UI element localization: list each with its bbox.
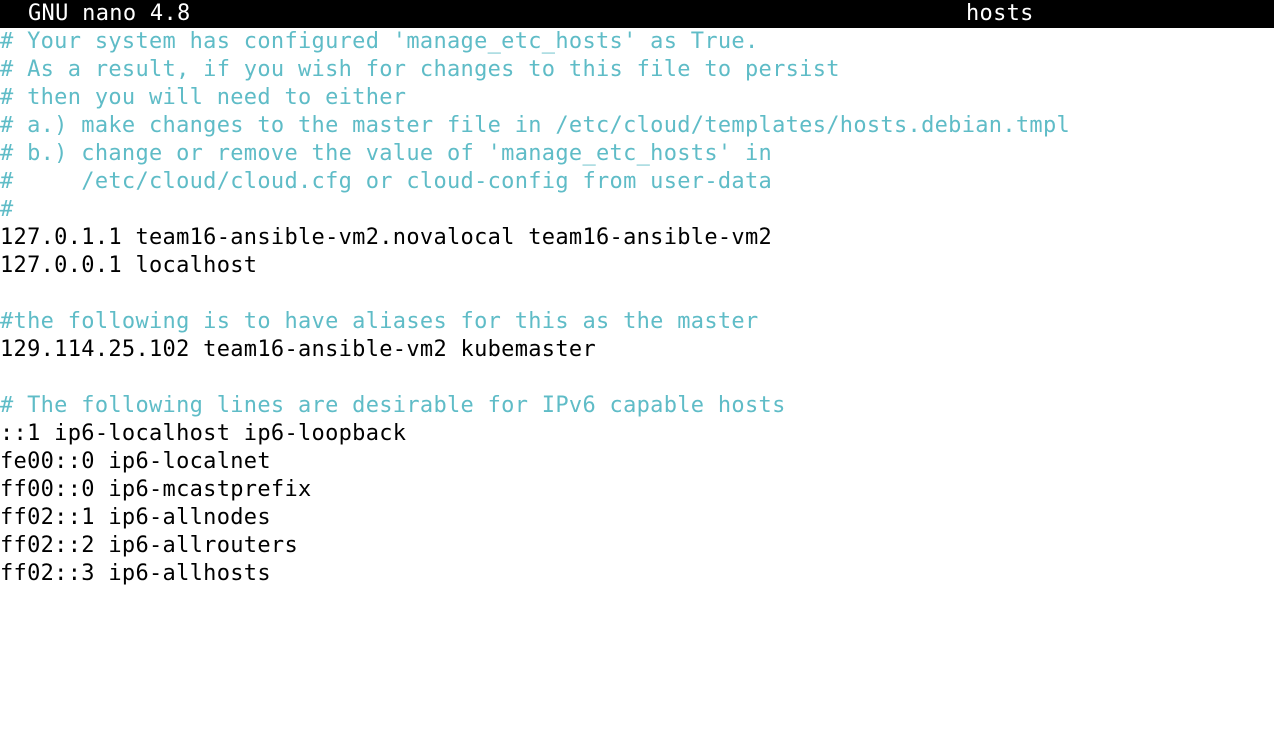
comment-line[interactable]: #the following is to have aliases for th… — [0, 308, 1274, 336]
host-entry-line[interactable]: ff02::1 ip6-allnodes — [0, 504, 1274, 532]
comment-line[interactable]: # b.) change or remove the value of 'man… — [0, 140, 1274, 168]
nano-title-bar: GNU nano 4.8 hosts — [0, 0, 1274, 28]
filename-label: hosts — [966, 1, 1034, 26]
comment-line[interactable]: # /etc/cloud/cloud.cfg or cloud-config f… — [0, 168, 1274, 196]
host-entry-line[interactable]: 129.114.25.102 team16-ansible-vm2 kubema… — [0, 336, 1274, 364]
comment-line[interactable]: # Your system has configured 'manage_etc… — [0, 28, 1274, 56]
host-entry-line[interactable]: ff02::3 ip6-allhosts — [0, 560, 1274, 588]
host-entry-line[interactable]: fe00::0 ip6-localnet — [0, 448, 1274, 476]
app-version-label: GNU nano 4.8 — [28, 1, 191, 26]
host-entry-line[interactable]: ff00::0 ip6-mcastprefix — [0, 476, 1274, 504]
host-entry-line[interactable] — [0, 280, 1274, 308]
comment-line[interactable]: # The following lines are desirable for … — [0, 392, 1274, 420]
comment-line[interactable]: # As a result, if you wish for changes t… — [0, 56, 1274, 84]
comment-line[interactable]: # a.) make changes to the master file in… — [0, 112, 1274, 140]
host-entry-line[interactable]: 127.0.1.1 team16-ansible-vm2.novalocal t… — [0, 224, 1274, 252]
comment-line[interactable]: # then you will need to either — [0, 84, 1274, 112]
host-entry-line[interactable] — [0, 364, 1274, 392]
comment-line[interactable]: # — [0, 196, 1274, 224]
editor-text-area[interactable]: # Your system has configured 'manage_etc… — [0, 28, 1274, 588]
host-entry-line[interactable]: ::1 ip6-localhost ip6-loopback — [0, 420, 1274, 448]
host-entry-line[interactable]: 127.0.0.1 localhost — [0, 252, 1274, 280]
host-entry-line[interactable]: ff02::2 ip6-allrouters — [0, 532, 1274, 560]
